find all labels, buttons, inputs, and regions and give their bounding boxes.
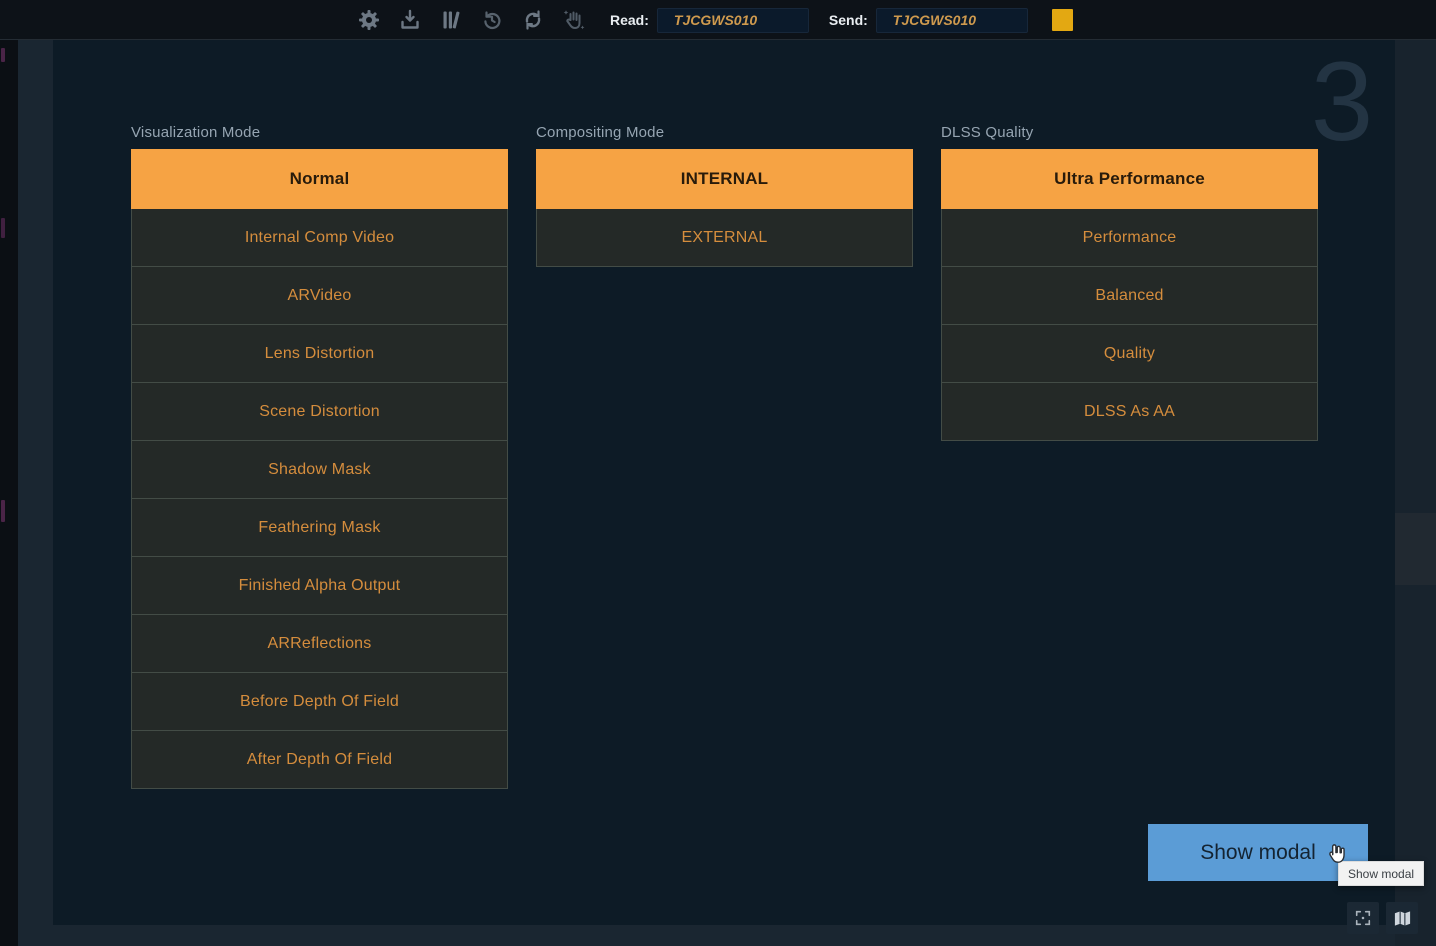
option-finished-alpha-output[interactable]: Finished Alpha Output	[131, 556, 508, 615]
show-modal-button[interactable]: Show modal	[1148, 824, 1368, 881]
toolbar-fields: Read: Send:	[610, 0, 1028, 40]
column-title: Compositing Mode	[536, 124, 913, 142]
library-icon[interactable]	[438, 7, 464, 33]
option-lens-distortion[interactable]: Lens Distortion	[131, 324, 508, 383]
option-external[interactable]: EXTERNAL	[536, 208, 913, 267]
option-after-depth-of-field[interactable]: After Depth Of Field	[131, 730, 508, 789]
column-compositing-mode: Compositing Mode INTERNALEXTERNAL	[536, 124, 913, 267]
status-indicator	[1052, 9, 1073, 31]
gesture-hand-icon[interactable]	[561, 7, 587, 33]
refresh-icon[interactable]	[520, 7, 546, 33]
option-arreflections[interactable]: ARReflections	[131, 614, 508, 673]
read-label: Read:	[610, 12, 649, 28]
right-scroll-thumb[interactable]	[1395, 513, 1436, 585]
send-input[interactable]	[876, 8, 1028, 33]
option-quality[interactable]: Quality	[941, 324, 1318, 383]
column-title: DLSS Quality	[941, 124, 1318, 142]
download-icon[interactable]	[397, 7, 423, 33]
option-balanced[interactable]: Balanced	[941, 266, 1318, 325]
fullscreen-icon[interactable]	[1347, 902, 1379, 934]
app-window: 3	[0, 0, 1436, 946]
right-scroll-track	[1395, 40, 1436, 946]
column-dlss-quality: DLSS Quality Ultra PerformancePerformanc…	[941, 124, 1318, 441]
toolbar-icon-group	[356, 0, 587, 40]
option-scene-distortion[interactable]: Scene Distortion	[131, 382, 508, 441]
option-dlss-as-aa[interactable]: DLSS As AA	[941, 382, 1318, 441]
top-toolbar: Read: Send:	[0, 0, 1436, 40]
option-shadow-mask[interactable]: Shadow Mask	[131, 440, 508, 499]
button-group: NormalInternal Comp VideoARVideoLens Dis…	[131, 150, 508, 789]
map-icon[interactable]	[1386, 902, 1418, 934]
option-internal-comp-video[interactable]: Internal Comp Video	[131, 208, 508, 267]
option-performance[interactable]: Performance	[941, 208, 1318, 267]
option-normal[interactable]: Normal	[131, 149, 508, 209]
column-title: Visualization Mode	[131, 124, 508, 142]
option-internal[interactable]: INTERNAL	[536, 149, 913, 209]
option-feathering-mask[interactable]: Feathering Mask	[131, 498, 508, 557]
send-label: Send:	[829, 12, 868, 28]
left-edge-strip	[0, 0, 18, 946]
settings-gear-icon[interactable]	[356, 7, 382, 33]
button-group: INTERNALEXTERNAL	[536, 150, 913, 267]
read-input[interactable]	[657, 8, 809, 33]
option-ultra-performance[interactable]: Ultra Performance	[941, 149, 1318, 209]
option-before-depth-of-field[interactable]: Before Depth Of Field	[131, 672, 508, 731]
history-icon[interactable]	[479, 7, 505, 33]
button-group: Ultra PerformancePerformanceBalancedQual…	[941, 150, 1318, 441]
show-modal-tooltip: Show modal	[1338, 861, 1424, 886]
option-arvideo[interactable]: ARVideo	[131, 266, 508, 325]
column-visualization-mode: Visualization Mode NormalInternal Comp V…	[131, 124, 508, 789]
